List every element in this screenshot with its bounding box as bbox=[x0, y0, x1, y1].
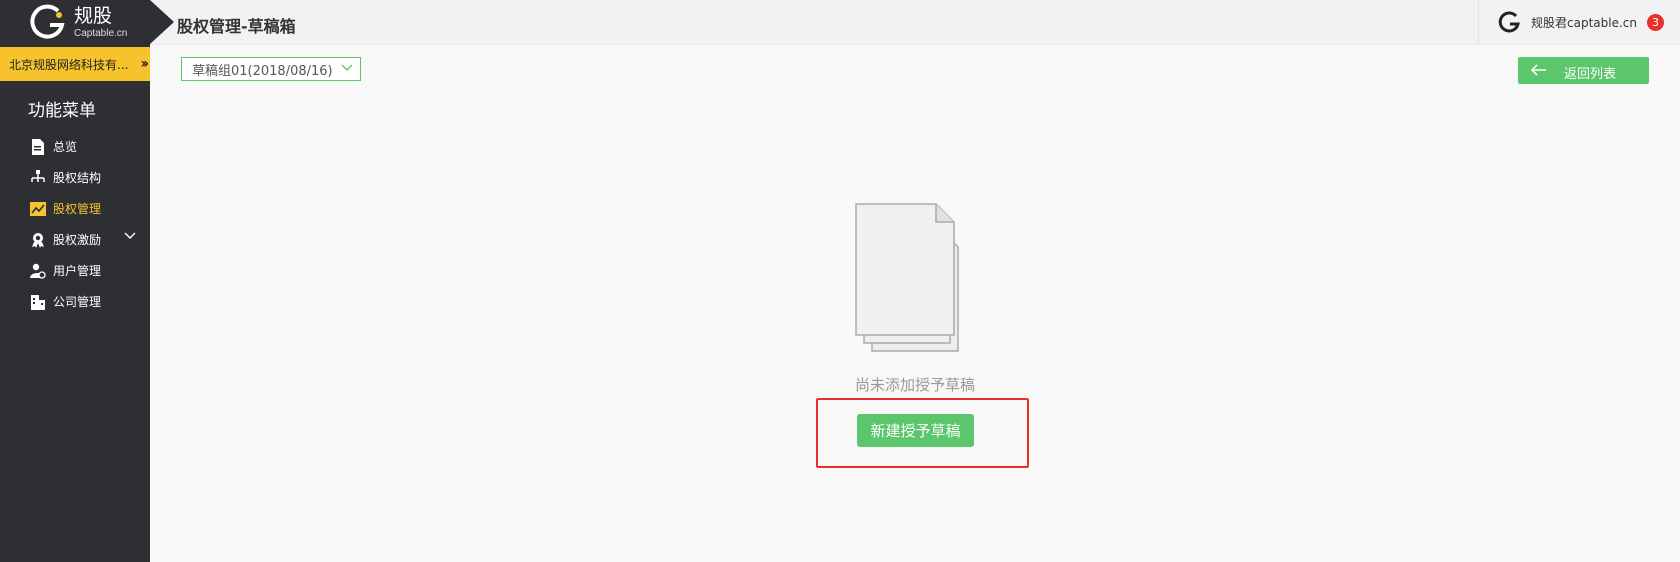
user-menu[interactable]: 规股君captable.cn 3 bbox=[1478, 0, 1680, 45]
company-switcher[interactable]: 北京规股网络科技有... ›› bbox=[0, 47, 150, 81]
chevron-down-icon bbox=[341, 64, 353, 71]
sidebar-item-overview[interactable]: 总览 bbox=[0, 131, 150, 162]
brand-subtitle: Captable.cn bbox=[74, 27, 128, 39]
chevron-down-icon[interactable] bbox=[124, 232, 136, 240]
building-icon bbox=[29, 293, 47, 311]
double-chevron-right-icon[interactable]: ›› bbox=[140, 56, 148, 72]
sidebar-item-label: 股权结构 bbox=[53, 171, 102, 185]
sidebar-item-label: 用户管理 bbox=[53, 264, 102, 278]
user-settings-icon bbox=[29, 262, 47, 280]
sidebar: 规股 Captable.cn 北京规股网络科技有... ›› 功能菜单 总览 股… bbox=[0, 0, 174, 562]
sidebar-item-equity-structure[interactable]: 股权结构 bbox=[0, 162, 150, 193]
new-grant-draft-button[interactable]: 新建授予草稿 bbox=[857, 414, 974, 447]
sidebar-item-label: 公司管理 bbox=[53, 295, 102, 309]
notification-badge[interactable]: 3 bbox=[1647, 14, 1664, 31]
empty-state-message: 尚未添加授予草稿 bbox=[854, 376, 975, 394]
user-name: 规股君captable.cn bbox=[1531, 16, 1637, 30]
top-header: 股权管理-草稿箱 规股君captable.cn 3 bbox=[150, 0, 1680, 45]
sidebar-item-equity-incentive[interactable]: 股权激励 bbox=[0, 224, 150, 255]
empty-documents-icon bbox=[855, 203, 959, 352]
arrow-left-icon bbox=[1530, 64, 1546, 76]
user-avatar-icon bbox=[1498, 10, 1520, 32]
logo[interactable]: 规股 Captable.cn bbox=[0, 0, 174, 45]
sidebar-item-label: 股权管理 bbox=[53, 202, 102, 216]
trend-chart-icon bbox=[29, 200, 47, 218]
back-button-label: 返回列表 bbox=[1564, 67, 1617, 82]
draft-group-select[interactable]: 草稿组01(2018/08/16) bbox=[181, 57, 361, 81]
sidebar-item-label: 总览 bbox=[53, 140, 78, 154]
company-name: 北京规股网络科技有... bbox=[9, 57, 129, 72]
draft-group-selected: 草稿组01(2018/08/16) bbox=[192, 63, 333, 79]
org-chart-icon bbox=[29, 169, 47, 187]
page-title: 股权管理-草稿箱 bbox=[177, 17, 296, 36]
sidebar-item-equity-management[interactable]: 股权管理 bbox=[0, 193, 150, 224]
sidebar-item-user-management[interactable]: 用户管理 bbox=[0, 255, 150, 286]
document-icon bbox=[29, 138, 47, 156]
sidebar-item-company-management[interactable]: 公司管理 bbox=[0, 286, 150, 317]
back-to-list-button[interactable]: 返回列表 bbox=[1518, 57, 1649, 84]
menu-title: 功能菜单 bbox=[28, 101, 96, 121]
sidebar-item-label: 股权激励 bbox=[53, 233, 102, 247]
award-icon bbox=[29, 231, 47, 249]
brand-title: 规股 bbox=[74, 4, 113, 27]
logo-arrow-decor bbox=[150, 0, 174, 44]
logo-mark-icon bbox=[30, 4, 65, 39]
